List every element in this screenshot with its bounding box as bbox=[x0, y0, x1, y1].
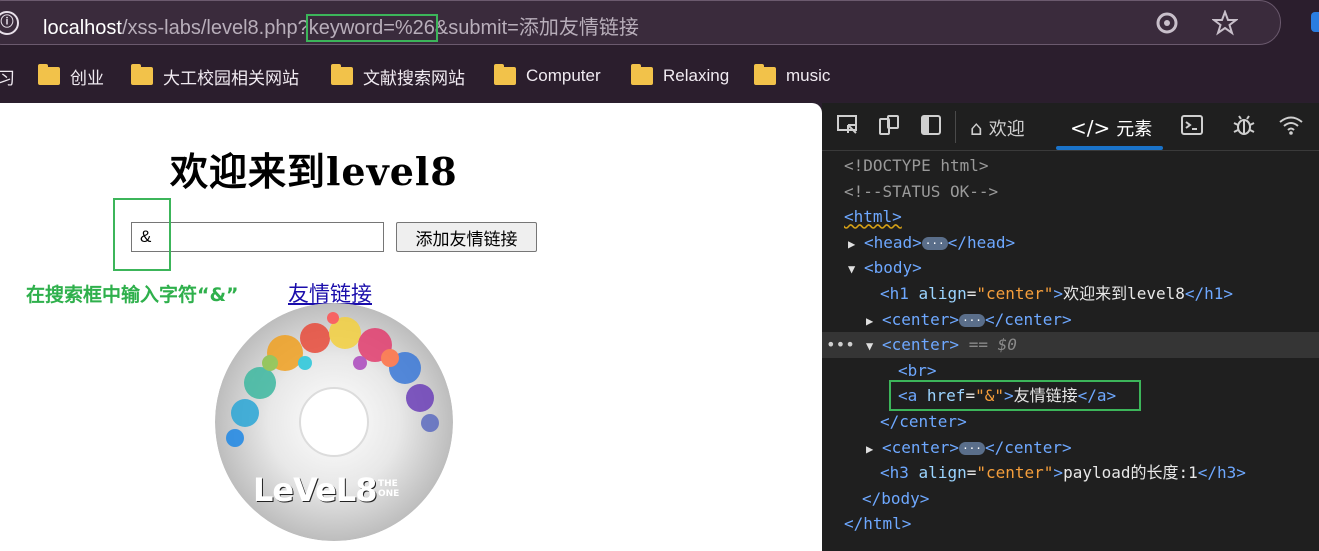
add-friend-link-button[interactable]: 添加友情链接 bbox=[396, 222, 537, 252]
dom-body-close[interactable]: </body> bbox=[822, 486, 1319, 512]
collapsed-ellipsis[interactable]: ··· bbox=[959, 313, 985, 327]
anchor-highlight-box bbox=[889, 380, 1141, 411]
expand-triangle-icon[interactable]: ▶ bbox=[866, 437, 882, 463]
more-options-icon[interactable]: ••• bbox=[826, 332, 855, 358]
collapse-triangle-icon[interactable]: ▼ bbox=[848, 257, 864, 283]
inspect-element-icon[interactable] bbox=[834, 113, 862, 141]
page-viewport: 欢迎来到level8 添加友情链接 在搜索框中输入字符“&” 友情链接 bbox=[0, 103, 822, 551]
tab-welcome[interactable]: ⌂ 欢迎 bbox=[970, 115, 1025, 141]
code-icon: </> bbox=[1070, 116, 1111, 140]
bookmarks-bar: 习 创业 大工校园相关网站 文献搜索网站 Computer Relaxing m… bbox=[0, 50, 1319, 102]
network-wifi-icon[interactable] bbox=[1277, 113, 1305, 141]
device-emulation-icon[interactable] bbox=[875, 113, 903, 141]
collapsed-ellipsis[interactable]: ··· bbox=[959, 441, 985, 455]
dom-center-selected[interactable]: ••• ▼ <center> == $0 bbox=[822, 332, 1319, 358]
dom-center-1[interactable]: ▶ <center> ··· </center> bbox=[822, 307, 1319, 333]
favorite-star-icon[interactable] bbox=[1211, 9, 1239, 38]
home-icon: ⌂ bbox=[970, 116, 983, 140]
bookmark-folder-music[interactable]: music bbox=[754, 64, 830, 88]
url-rest: &submit=添加友情链接 bbox=[434, 17, 639, 39]
folder-icon bbox=[131, 64, 153, 85]
collapsed-ellipsis[interactable]: ··· bbox=[921, 236, 948, 250]
bookmark-folder-relaxing[interactable]: Relaxing bbox=[631, 64, 729, 88]
edge-copilot-icon[interactable] bbox=[1311, 12, 1319, 32]
page-title: 欢迎来到level8 bbox=[170, 149, 458, 194]
folder-icon bbox=[331, 64, 353, 85]
url-path: /xss-labs/level8.php? bbox=[121, 17, 309, 39]
bookmark-folder-computer[interactable]: Computer bbox=[494, 64, 601, 88]
browser-toolbar: ⓘ localhost/xss-labs/level8.php?keyword=… bbox=[0, 0, 1319, 50]
collapse-triangle-icon[interactable]: ▼ bbox=[866, 334, 882, 360]
annotation-note: 在搜索框中输入字符“&” bbox=[26, 284, 239, 306]
dom-center-close[interactable]: </center> bbox=[822, 409, 1319, 435]
toolbar-separator bbox=[955, 111, 956, 143]
folder-icon bbox=[494, 64, 516, 85]
url-text[interactable]: localhost/xss-labs/level8.php?keyword=%2… bbox=[43, 11, 639, 42]
dom-html-open[interactable]: <html> bbox=[822, 204, 1319, 230]
bookmark-folder-chuangye[interactable]: 创业 bbox=[38, 64, 104, 88]
bookmark-partial[interactable]: 习 bbox=[0, 64, 15, 88]
dom-head[interactable]: ▶ <head> ··· </head> bbox=[822, 230, 1319, 256]
devtools-toolbar: ⌂ 欢迎 </> 元素 bbox=[822, 103, 1319, 151]
site-info-icon[interactable]: ⓘ bbox=[0, 11, 19, 35]
active-tab-indicator bbox=[1056, 146, 1163, 150]
level8-cd-image: LeVeL8 THE ONE bbox=[215, 303, 453, 541]
expand-triangle-icon[interactable]: ▶ bbox=[866, 309, 882, 335]
dom-html-close[interactable]: </html> bbox=[822, 511, 1319, 537]
url-host: localhost bbox=[43, 17, 122, 39]
input-highlight-box bbox=[113, 198, 171, 271]
folder-icon bbox=[38, 64, 60, 85]
dom-center-2[interactable]: ▶ <center> ··· </center> bbox=[822, 435, 1319, 461]
tab-elements[interactable]: </> 元素 bbox=[1070, 115, 1152, 141]
cd-the-one-text: THE ONE bbox=[378, 479, 400, 499]
bookmark-folder-campus[interactable]: 大工校园相关网站 bbox=[131, 64, 299, 88]
expand-triangle-icon[interactable]: ▶ bbox=[848, 232, 864, 258]
dom-body-open[interactable]: ▼ <body> bbox=[822, 255, 1319, 281]
address-bar[interactable]: ⓘ localhost/xss-labs/level8.php?keyword=… bbox=[0, 0, 1281, 45]
dom-h3[interactable]: <h3 align="center">payload的长度:1</h3> bbox=[822, 460, 1319, 486]
folder-icon bbox=[631, 64, 653, 85]
folder-icon bbox=[754, 64, 776, 85]
cd-level8-logo-text: LeVeL8 bbox=[253, 471, 377, 509]
dom-doctype[interactable]: <!DOCTYPE html> bbox=[822, 153, 1319, 179]
bug-icon[interactable] bbox=[1230, 113, 1258, 141]
console-icon[interactable] bbox=[1178, 113, 1206, 141]
bookmark-folder-literature[interactable]: 文献搜索网站 bbox=[331, 64, 465, 88]
dock-side-icon[interactable] bbox=[917, 113, 945, 141]
devtools-panel: ⌂ 欢迎 </> 元素 <!DOCTYPE html> <!--STATUS OK-… bbox=[822, 103, 1319, 551]
dom-h1[interactable]: <h1 align="center">欢迎来到level8</h1> bbox=[822, 281, 1319, 307]
dom-tree: <!DOCTYPE html> <!--STATUS OK--> <html> … bbox=[822, 153, 1319, 537]
refresh-swirl-icon[interactable] bbox=[1153, 10, 1181, 38]
dom-comment[interactable]: <!--STATUS OK--> bbox=[822, 179, 1319, 205]
url-keyword-param: keyword=%26 bbox=[305, 14, 438, 42]
